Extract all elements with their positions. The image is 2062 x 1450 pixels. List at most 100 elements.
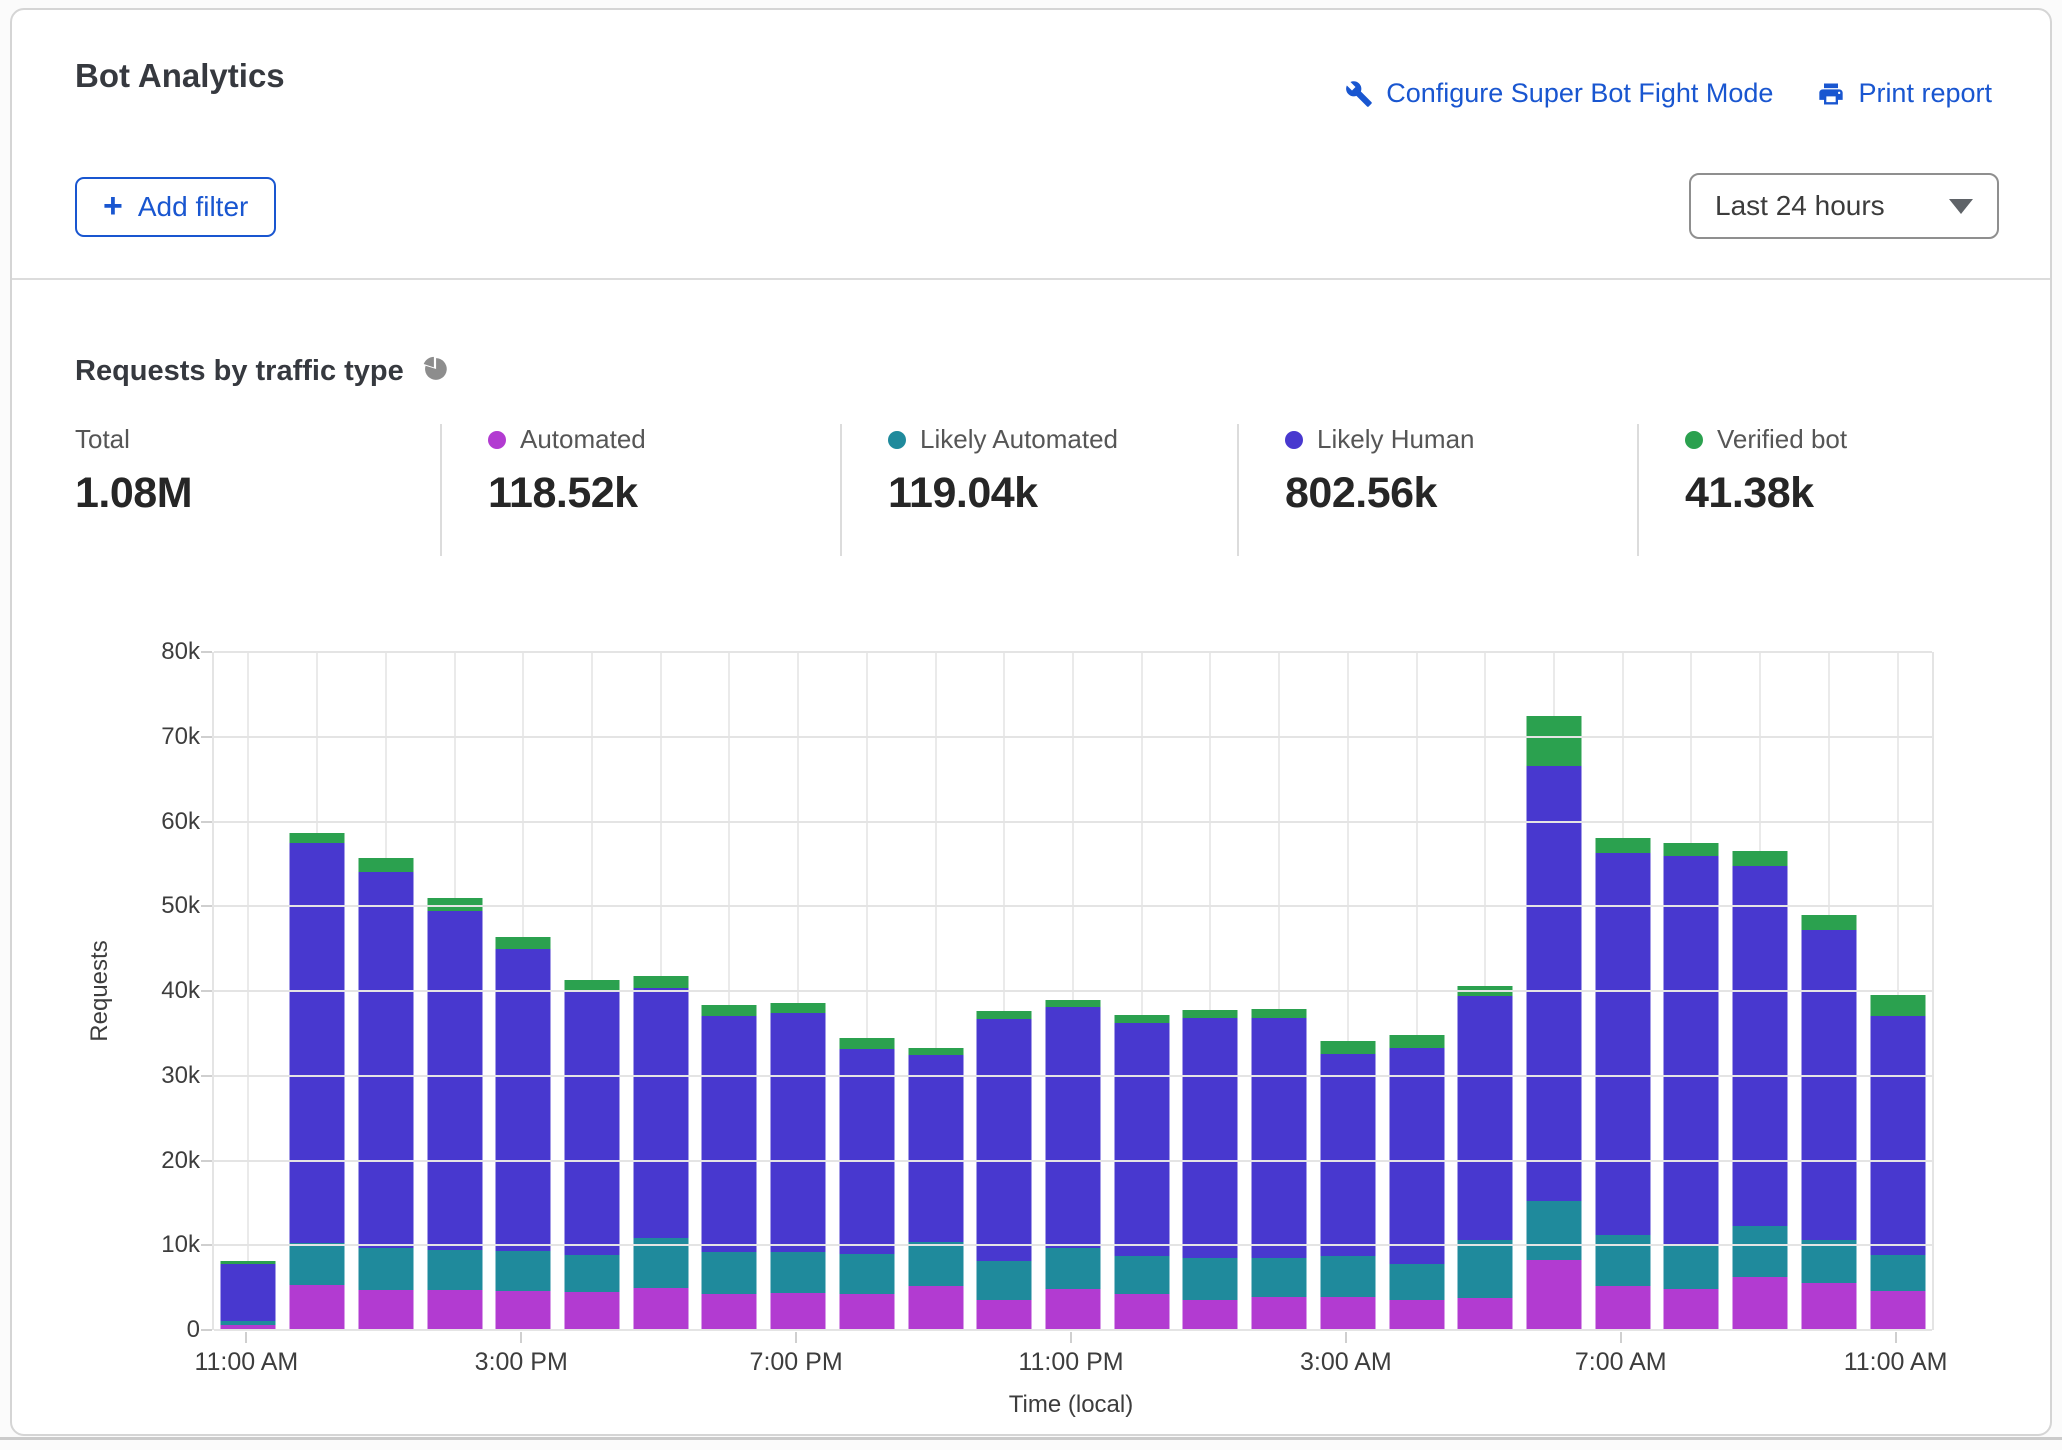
x-axis-title: Time (local): [1009, 1391, 1133, 1419]
h-gridline: [214, 1329, 1932, 1331]
y-tick-label-30k: 30k: [10, 1062, 200, 1090]
bar-1-12-00-pm[interactable]: [290, 833, 345, 1330]
y-tick-mark: [201, 905, 212, 907]
segment-likely-human: [1527, 766, 1582, 1201]
x-tick-mark: [1895, 1332, 1897, 1343]
time-range-dropdown[interactable]: Last 24 hours: [1689, 173, 1999, 239]
bot-analytics-page: Bot Analytics Configure Super Bot Fight …: [0, 0, 2062, 1450]
bar-6-5-00-pm[interactable]: [633, 976, 688, 1330]
y-tick-label-20k: 20k: [10, 1147, 200, 1175]
bar-20-7-00-am[interactable]: [1595, 838, 1650, 1330]
segment-verified-bot: [908, 1048, 963, 1055]
segment-automated: [1595, 1286, 1650, 1330]
segment-automated: [1252, 1297, 1307, 1330]
segment-verified-bot: [1252, 1009, 1307, 1018]
legend-dot-likely-human: [1285, 431, 1303, 449]
segment-likely-automated: [496, 1251, 551, 1291]
configure-link-label: Configure Super Bot Fight Mode: [1386, 78, 1773, 109]
configure-super-bot-fight-mode-link[interactable]: Configure Super Bot Fight Mode: [1345, 78, 1773, 109]
y-tick-mark: [201, 736, 212, 738]
segment-verified-bot: [633, 976, 688, 989]
segment-likely-automated: [908, 1242, 963, 1286]
segment-likely-human: [1045, 1007, 1100, 1248]
segment-likely-human: [1595, 853, 1650, 1235]
y-tick-label-50k: 50k: [10, 892, 200, 920]
bar-5-4-00-pm[interactable]: [564, 980, 619, 1330]
y-tick-mark: [201, 821, 212, 823]
bar-17-4-00-am[interactable]: [1389, 1035, 1444, 1330]
segment-verified-bot: [977, 1011, 1032, 1019]
segment-likely-automated: [771, 1252, 826, 1293]
bar-23-10-00-am[interactable]: [1801, 915, 1856, 1330]
legend-dot-likely-automated: [888, 431, 906, 449]
add-filter-button[interactable]: + Add filter: [75, 177, 276, 237]
segment-likely-human: [496, 949, 551, 1252]
segment-verified-bot: [1320, 1041, 1375, 1054]
segment-verified-bot: [290, 833, 345, 842]
stat-value: 118.52k: [488, 469, 840, 518]
plot-area: [212, 652, 1934, 1330]
stat-label: Total: [75, 424, 130, 455]
segment-verified-bot: [771, 1003, 826, 1013]
add-filter-label: Add filter: [138, 191, 249, 223]
bar-8-7-00-pm[interactable]: [771, 1003, 826, 1330]
bar-4-3-00-pm[interactable]: [496, 937, 551, 1330]
stat-label: Likely Automated: [920, 424, 1118, 455]
segment-likely-automated: [702, 1252, 757, 1294]
x-tick-label-4: 3:00 PM: [475, 1348, 568, 1377]
x-tick-mark: [1345, 1332, 1347, 1343]
x-tick-mark: [245, 1332, 247, 1343]
segment-likely-human: [1252, 1018, 1307, 1258]
print-report-link[interactable]: Print report: [1817, 78, 1992, 109]
x-tick-mark: [795, 1332, 797, 1343]
bar-0-11-00-am[interactable]: [221, 1261, 276, 1330]
bar-14-1-00-am[interactable]: [1183, 1010, 1238, 1330]
segment-verified-bot: [1733, 851, 1788, 865]
bar-15-2-00-am[interactable]: [1252, 1009, 1307, 1330]
bar-19-6-00-am[interactable]: [1527, 716, 1582, 1330]
bar-3-2-00-pm[interactable]: [427, 898, 482, 1330]
bar-24-11-00-am[interactable]: [1870, 995, 1925, 1330]
bar-22-9-00-am[interactable]: [1733, 851, 1788, 1330]
segment-likely-automated: [1252, 1258, 1307, 1297]
y-tick-mark: [201, 1160, 212, 1162]
segment-verified-bot: [839, 1038, 894, 1048]
y-tick-label-10k: 10k: [10, 1231, 200, 1259]
segment-automated: [1114, 1294, 1169, 1330]
h-gridline: [214, 1160, 1932, 1162]
segment-automated: [1458, 1298, 1513, 1330]
segment-likely-human: [358, 872, 413, 1247]
bar-7-6-00-pm[interactable]: [702, 1005, 757, 1330]
segment-automated: [358, 1290, 413, 1330]
segment-likely-human: [1320, 1054, 1375, 1257]
header-divider: [12, 278, 2050, 280]
segment-automated: [1045, 1289, 1100, 1330]
segment-likely-human: [1114, 1023, 1169, 1256]
segment-verified-bot: [1527, 716, 1582, 767]
segment-automated: [1801, 1283, 1856, 1330]
bar-13-12-00-am[interactable]: [1114, 1015, 1169, 1330]
bar-21-8-00-am[interactable]: [1664, 843, 1719, 1330]
segment-automated: [1733, 1277, 1788, 1330]
segment-likely-human: [771, 1013, 826, 1252]
segment-likely-automated: [1114, 1256, 1169, 1294]
segment-likely-automated: [1183, 1258, 1238, 1300]
x-tick-label-24: 11:00 AM: [1844, 1348, 1948, 1377]
segment-verified-bot: [1045, 1000, 1100, 1007]
bar-12-11-00-pm[interactable]: [1045, 1000, 1100, 1330]
h-gridline: [214, 1075, 1932, 1077]
x-tick-label-12: 11:00 PM: [1018, 1348, 1123, 1377]
time-range-value: Last 24 hours: [1715, 190, 1885, 222]
segment-automated: [633, 1288, 688, 1330]
segment-automated: [1320, 1297, 1375, 1330]
stat-label: Likely Human: [1317, 424, 1475, 455]
bar-18-5-00-am[interactable]: [1458, 986, 1513, 1330]
segment-automated: [839, 1294, 894, 1330]
segment-verified-bot: [1664, 843, 1719, 857]
bar-2-1-00-pm[interactable]: [358, 858, 413, 1330]
bar-9-8-00-pm[interactable]: [839, 1038, 894, 1330]
bar-16-3-00-am[interactable]: [1320, 1041, 1375, 1330]
bar-11-10-00-pm[interactable]: [977, 1011, 1032, 1330]
bar-10-9-00-pm[interactable]: [908, 1048, 963, 1330]
segment-automated: [1183, 1300, 1238, 1331]
